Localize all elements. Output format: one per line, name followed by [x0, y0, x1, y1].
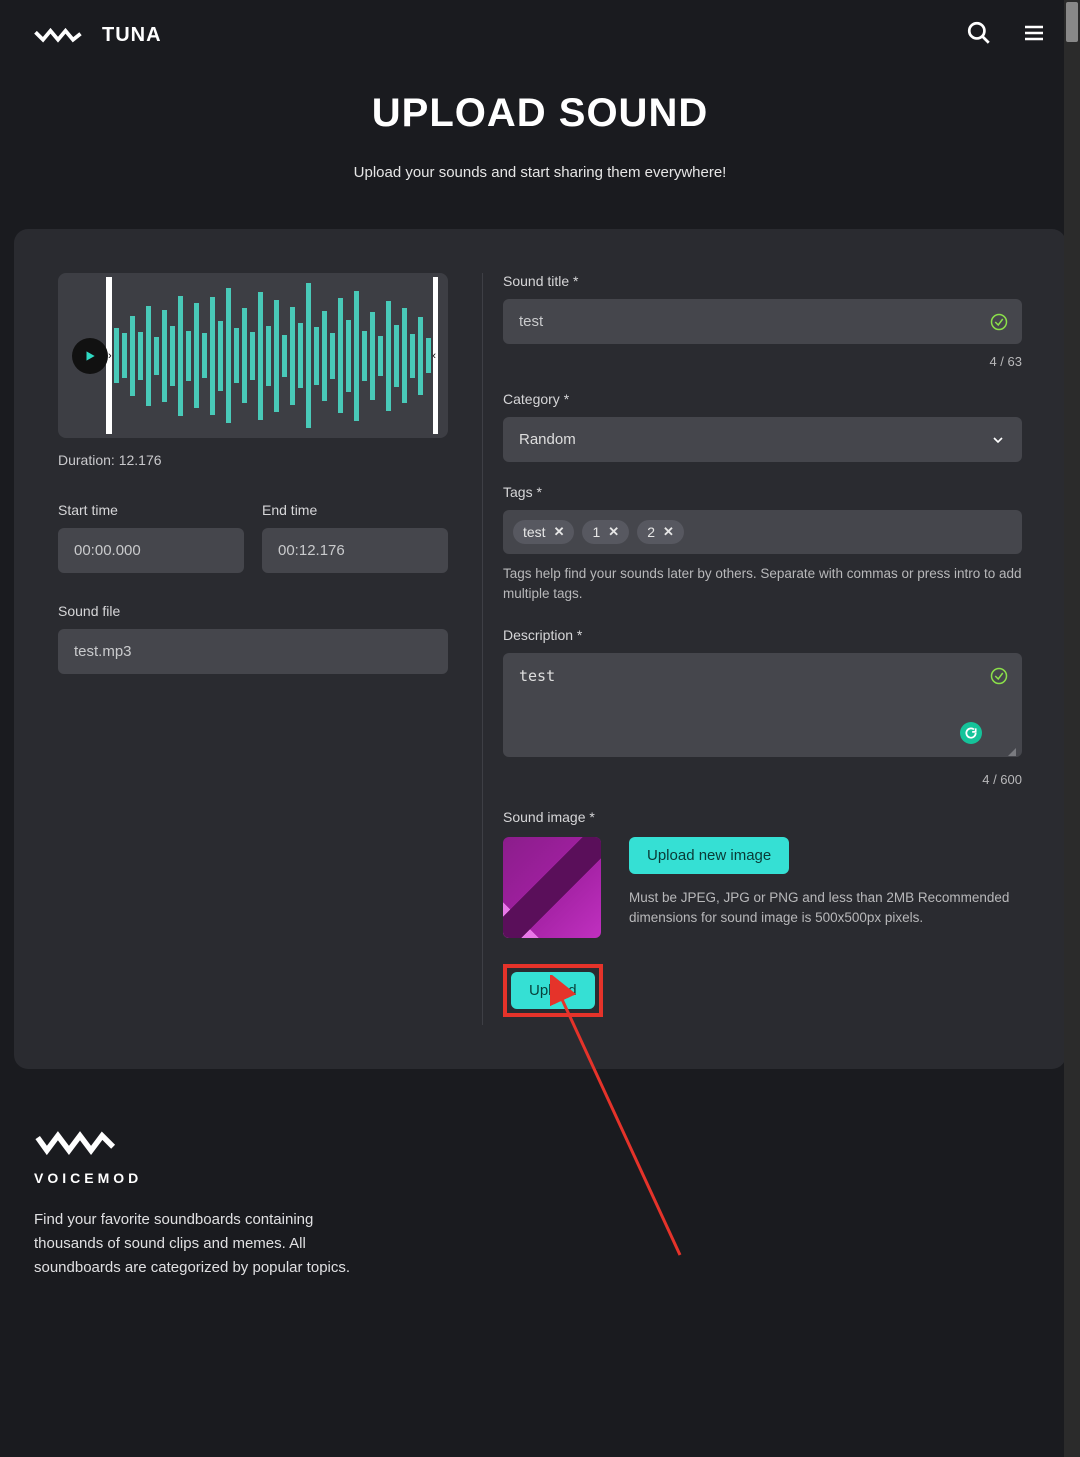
header: TUNA	[0, 0, 1080, 71]
waveform-editor[interactable]: › ‹	[58, 273, 448, 438]
category-value: Random	[519, 431, 576, 448]
category-select[interactable]: Random	[503, 417, 1022, 462]
brand-logo[interactable]: TUNA	[34, 24, 162, 48]
tag-label: 2	[647, 524, 655, 540]
scrollbar-thumb[interactable]	[1066, 2, 1078, 42]
tag-remove-icon[interactable]: ✕	[663, 524, 674, 540]
tags-input[interactable]: test✕1✕2✕	[503, 510, 1022, 554]
check-circle-icon	[990, 667, 1008, 685]
upload-card: › ‹ Duration: 12.176 Start time End time…	[14, 229, 1066, 1069]
end-time-input[interactable]	[262, 528, 448, 573]
end-time-label: End time	[262, 502, 448, 518]
check-circle-icon	[990, 313, 1008, 331]
tag-remove-icon[interactable]: ✕	[608, 524, 619, 540]
chevron-left-icon: ‹	[432, 350, 436, 362]
resize-handle[interactable]	[1006, 746, 1016, 756]
tag-chip: 2✕	[637, 520, 684, 544]
tag-remove-icon[interactable]: ✕	[554, 524, 565, 540]
description-input[interactable]	[503, 653, 1022, 757]
sound-file-input[interactable]	[58, 629, 448, 674]
brand-name: TUNA	[102, 24, 162, 47]
play-button[interactable]	[72, 338, 108, 374]
chevron-right-icon: ›	[108, 350, 112, 362]
search-icon[interactable]	[966, 20, 992, 51]
chevron-down-icon	[990, 432, 1006, 448]
tag-chip: 1✕	[582, 520, 629, 544]
tags-label: Tags *	[503, 484, 1022, 500]
description-label: Description *	[503, 627, 1022, 643]
menu-icon[interactable]	[1022, 21, 1046, 50]
upload-image-button[interactable]: Upload new image	[629, 837, 789, 874]
upload-button[interactable]: Upload	[511, 972, 595, 1009]
tag-label: 1	[592, 524, 600, 540]
footer-text: Find your favorite soundboards containin…	[34, 1208, 386, 1280]
start-time-label: Start time	[58, 502, 244, 518]
image-info-text: Must be JPEG, JPG or PNG and less than 2…	[629, 888, 1022, 930]
category-label: Category *	[503, 391, 1022, 407]
play-icon	[83, 349, 97, 363]
image-label: Sound image *	[503, 809, 1022, 825]
duration-label: Duration: 12.176	[58, 452, 448, 468]
footer-brand: VOICEMOD	[34, 1170, 386, 1186]
tags-hint: Tags help find your sounds later by othe…	[503, 564, 1022, 605]
title-label: Sound title *	[503, 273, 1022, 289]
upload-button-highlight: Upload	[503, 964, 603, 1017]
scrollbar-track[interactable]	[1064, 0, 1080, 1457]
description-counter: 4 / 600	[503, 772, 1022, 787]
sound-image-thumbnail	[503, 837, 601, 938]
tag-chip: test ✕	[513, 520, 574, 544]
title-input[interactable]	[503, 299, 1022, 344]
sound-file-label: Sound file	[58, 603, 448, 619]
footer-logo[interactable]: VOICEMOD	[34, 1129, 386, 1186]
page-subtitle: Upload your sounds and start sharing the…	[0, 164, 1080, 181]
grammarly-icon[interactable]	[960, 722, 982, 744]
logo-mark-icon	[34, 24, 94, 48]
page-title: UPLOAD SOUND	[0, 91, 1080, 136]
footer: VOICEMOD Find your favorite soundboards …	[0, 1069, 420, 1310]
title-counter: 4 / 63	[503, 354, 1022, 369]
waveform-bars	[112, 277, 433, 434]
tag-label: test	[523, 524, 546, 540]
start-time-input[interactable]	[58, 528, 244, 573]
